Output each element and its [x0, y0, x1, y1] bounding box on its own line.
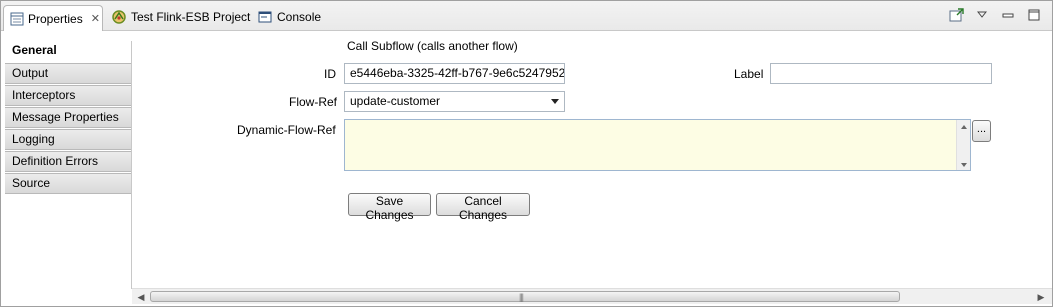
horizontal-scrollbar[interactable]: ◀ ||| ▶ [132, 288, 1052, 304]
dynamic-flowref-label: Dynamic-Flow-Ref [237, 123, 336, 137]
nav-item-interceptors[interactable]: Interceptors [5, 85, 132, 106]
view-menu-icon[interactable] [974, 8, 990, 22]
label-field[interactable] [770, 63, 992, 84]
tab-project-label: Test Flink-ESB Project [131, 10, 251, 24]
form-heading: Call Subflow (calls another flow) [347, 39, 518, 53]
project-icon [111, 9, 127, 25]
maximize-icon[interactable] [1026, 8, 1042, 22]
nav-item-general[interactable]: General [5, 41, 132, 62]
nav-item-definition-errors[interactable]: Definition Errors [5, 151, 132, 172]
scroll-left-icon[interactable]: ◀ [135, 291, 147, 303]
properties-icon [10, 11, 24, 27]
view-window-controls [948, 8, 1042, 22]
scrollbar-thumb[interactable]: ||| [150, 291, 900, 302]
minimize-icon[interactable] [1000, 8, 1016, 22]
browse-button[interactable]: ... [972, 120, 991, 142]
nav-item-source[interactable]: Source [5, 173, 132, 194]
scroll-right-icon[interactable]: ▶ [1035, 291, 1047, 303]
nav-item-logging[interactable]: Logging [5, 129, 132, 150]
dynamic-flowref-field[interactable] [344, 119, 971, 171]
open-editor-icon[interactable] [948, 8, 964, 22]
grip-icon: ||| [519, 292, 524, 302]
flowref-select[interactable]: update-customer [344, 91, 565, 112]
flowref-label: Flow-Ref [289, 95, 338, 109]
nav-item-message-properties[interactable]: Message Properties [5, 107, 132, 128]
id-field[interactable]: e5446eba-3325-42ff-b767-9e6c52479528 [344, 63, 565, 84]
scroll-down-icon [961, 163, 967, 167]
section-nav: General Output Interceptors Message Prop… [5, 41, 132, 289]
label-label: Label [734, 67, 764, 81]
tab-test-flink-esb-project[interactable]: Test Flink-ESB Project [105, 4, 250, 30]
properties-view: Properties ✕ Test Flink-ESB Project Cons… [0, 0, 1053, 307]
chevron-down-icon [551, 99, 559, 104]
view-tab-bar: Properties ✕ Test Flink-ESB Project Cons… [1, 1, 1052, 31]
tab-properties-label: Properties [28, 11, 83, 26]
tab-console[interactable]: Console [251, 4, 321, 30]
textarea-scrollbar[interactable] [956, 120, 970, 170]
save-button[interactable]: Save Changes [348, 193, 431, 222]
close-icon[interactable]: ✕ [91, 12, 100, 25]
tab-console-label: Console [277, 10, 322, 24]
console-icon [257, 9, 273, 25]
tab-properties[interactable]: Properties ✕ [3, 5, 103, 31]
scroll-up-icon [961, 125, 967, 129]
nav-divider [131, 41, 132, 289]
flowref-value: update-customer [350, 94, 441, 108]
cancel-button[interactable]: Cancel Changes [436, 193, 530, 222]
id-label: ID [324, 67, 336, 81]
nav-item-output[interactable]: Output [5, 63, 132, 84]
